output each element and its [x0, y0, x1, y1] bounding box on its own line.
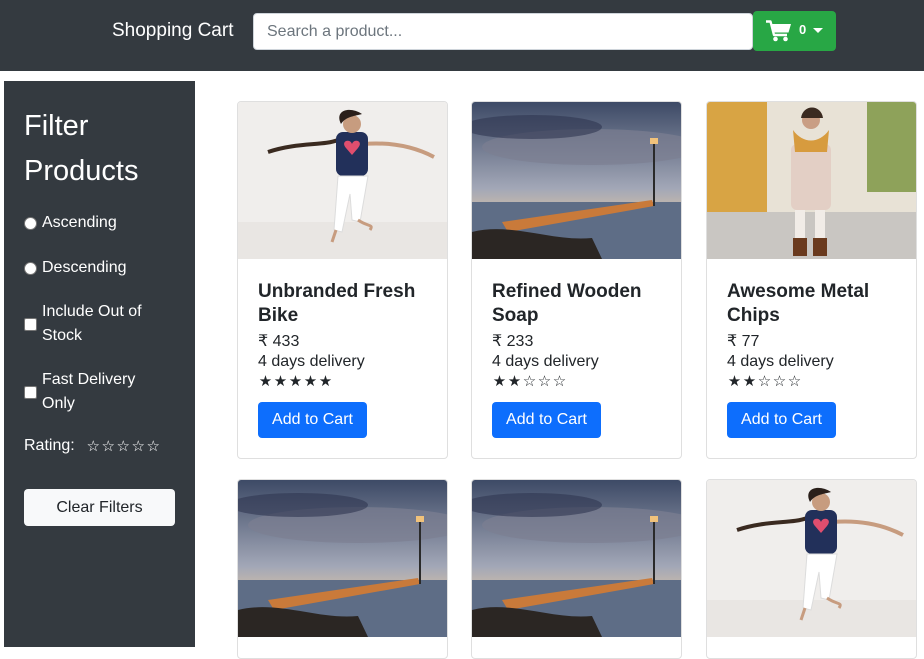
rating-label: Rating: [24, 437, 75, 454]
star-outline-icon: ☆ [522, 373, 537, 390]
star-outline-icon[interactable]: ☆ [86, 437, 101, 455]
star-filled-icon: ★ [288, 373, 303, 390]
star-filled-icon: ★ [727, 373, 742, 390]
ascending-label: Ascending [42, 214, 117, 231]
shopping-cart-icon [766, 20, 792, 47]
star-outline-icon[interactable]: ☆ [146, 437, 161, 455]
add-to-cart-button[interactable]: Add to Cart [258, 402, 367, 438]
fast-delivery-option[interactable]: Fast Delivery Only [24, 368, 172, 416]
star-filled-icon: ★ [742, 373, 757, 390]
filter-title: Filter Products [24, 110, 139, 187]
rating-filter: Rating: ☆ ☆ ☆ ☆ ☆ [24, 437, 161, 455]
star-outline-icon: ☆ [537, 373, 552, 390]
fast-delivery-label: Fast Delivery Only [42, 371, 136, 412]
product-card [237, 479, 448, 659]
chevron-down-icon [813, 28, 823, 33]
product-image [238, 102, 447, 259]
product-card: Refined Wooden Soap ₹ 233 4 days deliver… [471, 101, 682, 459]
delivery-info: 4 days delivery [258, 353, 365, 370]
descending-label: Descending [42, 259, 127, 276]
product-name: Unbranded Fresh Bike [258, 281, 416, 326]
star-outline-icon[interactable]: ☆ [116, 437, 131, 455]
price-value: 433 [272, 333, 300, 350]
product-image [472, 102, 681, 259]
price-value: 77 [741, 333, 760, 350]
clear-filters-button[interactable]: Clear Filters [24, 489, 175, 526]
product-name: Refined Wooden Soap [492, 281, 642, 326]
product-rating: ★ ★ ★ ★ ★ [258, 373, 333, 391]
star-filled-icon: ★ [258, 373, 273, 390]
include-out-of-stock-option[interactable]: Include Out of Stock [24, 300, 172, 348]
price-value: 233 [506, 333, 534, 350]
star-outline-icon: ☆ [757, 373, 772, 390]
rating-filter-stars: ☆ ☆ ☆ ☆ ☆ [86, 437, 161, 455]
filter-sidebar: Filter Products Ascending Descending Inc… [4, 81, 195, 647]
star-outline-icon: ☆ [772, 373, 787, 390]
product-image [707, 102, 916, 259]
star-outline-icon[interactable]: ☆ [131, 437, 146, 455]
star-filled-icon: ★ [318, 373, 333, 390]
product-price: ₹ 433 [258, 332, 299, 352]
product-image [238, 480, 447, 637]
sort-ascending-option[interactable]: Ascending [24, 211, 117, 235]
brand-title[interactable]: Shopping Cart [112, 20, 233, 42]
delivery-info: 4 days delivery [727, 353, 834, 370]
delivery-info: 4 days delivery [492, 353, 599, 370]
currency-symbol: ₹ [258, 333, 269, 350]
product-rating: ★ ★ ☆ ☆ ☆ [727, 373, 802, 391]
product-image [472, 480, 681, 637]
product-rating: ★ ★ ☆ ☆ ☆ [492, 373, 567, 391]
star-filled-icon: ★ [273, 373, 288, 390]
product-price: ₹ 233 [492, 332, 533, 352]
star-outline-icon: ☆ [787, 373, 802, 390]
include-out-of-stock-label: Include Out of Stock [42, 303, 142, 344]
product-card: Unbranded Fresh Bike ₹ 433 4 days delive… [237, 101, 448, 459]
star-outline-icon[interactable]: ☆ [101, 437, 116, 455]
add-to-cart-button[interactable]: Add to Cart [492, 402, 601, 438]
fast-delivery-checkbox[interactable] [24, 385, 37, 399]
star-filled-icon: ★ [492, 373, 507, 390]
search-input[interactable] [253, 13, 753, 50]
product-image [707, 480, 916, 637]
navbar: Shopping Cart 0 [0, 0, 924, 71]
currency-symbol: ₹ [492, 333, 503, 350]
add-to-cart-button[interactable]: Add to Cart [727, 402, 836, 438]
product-card: Awesome Metal Chips ₹ 77 4 days delivery… [706, 101, 917, 459]
star-filled-icon: ★ [303, 373, 318, 390]
product-card [706, 479, 917, 659]
ascending-radio[interactable] [24, 216, 37, 230]
star-filled-icon: ★ [507, 373, 522, 390]
currency-symbol: ₹ [727, 333, 738, 350]
product-name: Awesome Metal Chips [727, 281, 870, 326]
cart-count-badge: 0 [799, 22, 807, 37]
descending-radio[interactable] [24, 261, 37, 275]
star-outline-icon: ☆ [552, 373, 567, 390]
product-price: ₹ 77 [727, 332, 759, 352]
product-card [471, 479, 682, 659]
sort-descending-option[interactable]: Descending [24, 256, 127, 280]
cart-dropdown-button[interactable]: 0 [753, 11, 836, 51]
include-out-of-stock-checkbox[interactable] [24, 317, 37, 331]
